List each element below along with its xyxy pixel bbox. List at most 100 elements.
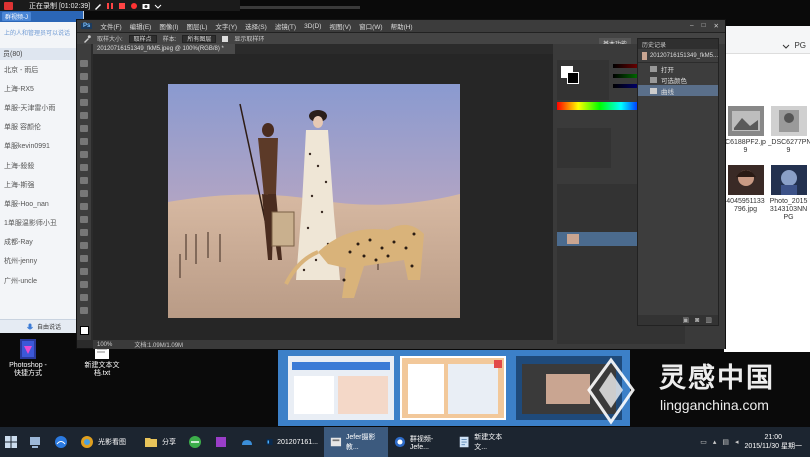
start-button[interactable] <box>0 427 22 457</box>
menu-item[interactable]: 帮助(H) <box>391 21 413 31</box>
chevron-down-icon[interactable] <box>782 42 790 50</box>
desktop-icon-photoshop[interactable]: Photoshop - 快捷方式 <box>2 338 54 378</box>
list-item[interactable]: 单服-天津雷小雨 <box>0 98 83 117</box>
taskbar-pin[interactable] <box>234 427 260 457</box>
menu-item[interactable]: 图像(I) <box>159 21 178 31</box>
preview-window-active[interactable] <box>400 356 506 420</box>
crop-tool-icon[interactable] <box>80 112 88 119</box>
dodge-tool-icon[interactable] <box>80 229 88 236</box>
show-ring-checkbox[interactable] <box>222 35 229 42</box>
chat-tab[interactable]: 群视频-J <box>2 12 31 21</box>
clock[interactable]: 21:00 2015/11/30 星期一 <box>745 433 810 451</box>
path-select-tool-icon[interactable] <box>80 268 88 275</box>
canvas-area[interactable] <box>93 54 553 340</box>
taskbar-pin[interactable] <box>182 427 208 457</box>
menu-item[interactable]: 编辑(E) <box>130 21 152 31</box>
menu-item[interactable]: 3D(D) <box>304 23 321 30</box>
camera-icon[interactable] <box>142 2 150 10</box>
list-item[interactable]: 上海-RX5 <box>0 79 83 98</box>
list-item[interactable]: 成都-Ray <box>0 233 83 252</box>
microphone-icon[interactable] <box>26 323 34 331</box>
taskbar-item[interactable]: 光影看图 <box>74 427 138 457</box>
blur-tool-icon[interactable] <box>80 216 88 223</box>
close-icon[interactable] <box>494 360 502 368</box>
list-item[interactable]: 杭州-jenny <box>0 252 83 271</box>
marquee-tool-icon[interactable] <box>80 73 88 80</box>
minimize-icon[interactable]: – <box>690 22 694 30</box>
shape-tool-icon[interactable] <box>80 281 88 288</box>
list-item[interactable]: 上海-殺殺 <box>0 156 83 175</box>
chevron-up-icon[interactable]: ▴ <box>713 438 717 446</box>
taskbar-item[interactable]: 201207161... <box>260 427 324 457</box>
pen-icon[interactable] <box>94 2 102 10</box>
taskbar-item[interactable]: 新建文本文... <box>452 427 516 457</box>
foreground-color-swatch[interactable] <box>79 326 89 335</box>
brush-tool-icon[interactable] <box>80 151 88 158</box>
background-swatch[interactable] <box>567 72 579 84</box>
hand-tool-icon[interactable] <box>80 294 88 301</box>
file-item[interactable]: 4045951133 796.jpg <box>724 165 767 222</box>
taskbar-item[interactable]: 群视频-Jefe... <box>388 427 452 457</box>
keyboard-icon[interactable]: ▭ <box>700 438 707 446</box>
stamp-tool-icon[interactable] <box>80 164 88 171</box>
taskbar-item[interactable]: 分享 <box>138 427 182 457</box>
gradient-tool-icon[interactable] <box>80 203 88 210</box>
list-item[interactable]: 1单服温影师小丑 <box>0 214 83 233</box>
healing-tool-icon[interactable] <box>80 138 88 145</box>
history-state[interactable]: 曲线 <box>638 85 718 96</box>
menu-item[interactable]: 文字(Y) <box>215 21 237 31</box>
document-tab[interactable]: 20120716151349_fkM5.jpeg @ 100%(RGB/8) * <box>93 44 235 54</box>
menu-item[interactable]: 窗口(W) <box>359 21 382 31</box>
taskbar-pin[interactable] <box>22 427 48 457</box>
free-talk-label[interactable]: 自由说话 <box>37 322 61 331</box>
type-tool-icon[interactable] <box>80 255 88 262</box>
list-item[interactable]: 上海-斯强 <box>0 175 83 194</box>
history-state[interactable]: 可选颜色 <box>638 74 718 85</box>
history-state[interactable]: 打开 <box>638 63 718 74</box>
taskbar-pin[interactable] <box>48 427 74 457</box>
list-item[interactable]: 广州-uncle <box>0 271 83 290</box>
list-item[interactable]: 单服 容颜伦 <box>0 118 83 137</box>
menu-item[interactable]: 文件(F) <box>100 21 121 31</box>
history-brush-tool-icon[interactable] <box>80 177 88 184</box>
photoshop-window: Ps 文件(F) 编辑(E) 图像(I) 图层(L) 文字(Y) 选择(S) 滤… <box>76 19 726 349</box>
move-tool-icon[interactable] <box>80 60 88 67</box>
new-document-icon[interactable]: ▣ <box>683 316 690 324</box>
eyedropper-tool-icon[interactable] <box>80 125 88 132</box>
network-icon[interactable]: ▤ <box>722 438 729 446</box>
pen-tool-icon[interactable] <box>80 242 88 249</box>
menu-item[interactable]: 滤镜(T) <box>275 21 296 31</box>
taskbar-pin[interactable] <box>208 427 234 457</box>
menu-item[interactable]: 视图(V) <box>329 21 351 31</box>
eyedropper-icon[interactable] <box>83 34 91 43</box>
file-item[interactable]: _DSC6277PN 9 <box>767 106 810 155</box>
quick-select-tool-icon[interactable] <box>80 99 88 106</box>
image-thumbnail <box>770 165 807 195</box>
list-item[interactable]: 单服-Hoo_nan <box>0 194 83 213</box>
file-item[interactable]: C6188PF2.jp 9 <box>724 106 767 155</box>
menu-item[interactable]: 图层(L) <box>186 21 207 31</box>
volume-icon[interactable]: ◂ <box>735 438 739 446</box>
lasso-tool-icon[interactable] <box>80 86 88 93</box>
list-item[interactable]: 北京 - 雨后 <box>0 60 83 79</box>
close-icon[interactable]: ✕ <box>714 22 719 30</box>
stop-icon[interactable] <box>118 2 126 10</box>
maximize-icon[interactable]: □ <box>702 22 706 30</box>
record-icon[interactable] <box>130 2 138 10</box>
file-item[interactable]: Photo_2015 3143103NN PG <box>767 165 810 222</box>
pause-icon[interactable] <box>106 2 114 10</box>
zoom-tool-icon[interactable] <box>80 307 88 314</box>
history-snapshot[interactable]: 20120716151349_fkM5... <box>638 49 718 63</box>
sample-select[interactable]: 所有图层 <box>182 34 217 43</box>
zoom-level[interactable]: 100% <box>97 342 112 348</box>
eraser-tool-icon[interactable] <box>80 190 88 197</box>
chevron-down-icon[interactable] <box>154 2 162 10</box>
preview-window[interactable] <box>288 356 394 420</box>
record-indicator-icon[interactable] <box>4 1 13 10</box>
taskbar-item-active[interactable]: Jefer摄影教... <box>324 427 388 457</box>
trash-icon[interactable]: ▥ <box>705 316 712 324</box>
list-item[interactable]: 单服kevin0991 <box>0 137 83 156</box>
menu-item[interactable]: 选择(S) <box>245 21 267 31</box>
sample-size-select[interactable]: 取样点 <box>128 34 157 43</box>
camera-icon[interactable]: ◙ <box>695 317 699 324</box>
